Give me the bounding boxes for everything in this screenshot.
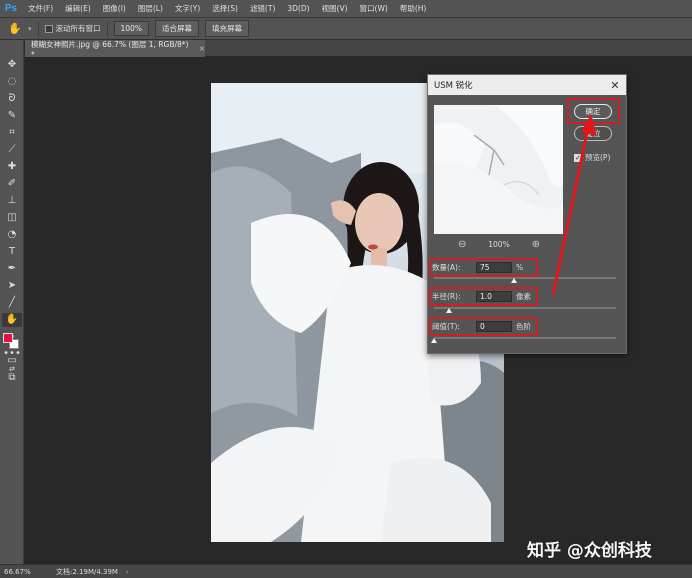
checkbox-box[interactable] [44, 24, 53, 33]
divider [106, 21, 108, 36]
menu-layer[interactable]: 图层(L) [132, 3, 169, 14]
document-tab-strip: 模糊女神照片.jpg @ 66.7% (图层 1, RGB/8*) * × [25, 39, 692, 59]
status-bar: 66.67% 文档:2.19M/4.39M › [0, 564, 692, 578]
amount-slider-thumb[interactable] [511, 278, 518, 283]
close-icon[interactable]: ✕ [604, 79, 626, 92]
status-doc-info: 文档:2.19M/4.39M [56, 567, 118, 576]
options-bar: ✋ ▾ 滚动所有窗口 100% 适合屏幕 填充屏幕 [0, 18, 692, 40]
watermark: 知乎 @众创科技 [527, 541, 652, 561]
blur-tool-icon[interactable]: ◔ [2, 228, 22, 242]
scroll-all-windows-checkbox[interactable]: 滚动所有窗口 [44, 23, 101, 34]
fill-screen-button[interactable]: 填充屏幕 [204, 20, 249, 37]
divider [37, 21, 39, 36]
menu-select[interactable]: 选择(S) [206, 3, 244, 14]
radius-highlight-box [429, 287, 538, 306]
filter-preview[interactable] [434, 105, 563, 234]
amount-highlight-box [429, 258, 538, 277]
pen-tool-icon[interactable]: ✒ [2, 262, 22, 276]
document-tab-title: 模糊女神照片.jpg @ 66.7% (图层 1, RGB/8*) * [31, 39, 189, 59]
menu-3d[interactable]: 3D(D) [281, 4, 315, 13]
scroll-all-windows-label: 滚动所有窗口 [55, 24, 101, 33]
preview-illustration [434, 105, 563, 234]
hand-tool-preset-icon[interactable]: ✋ [8, 22, 22, 36]
preview-zoom-value: 100% [488, 240, 510, 249]
tools-panel: ✥ ◌ ᘐ ✎ ⌗ ⟋ ✚ ✐ ⊥ ◫ ◔ T ✒ ➤ ╱ ✋ ⌕ ••• ⇄ … [0, 40, 24, 564]
status-menu-arrow-icon[interactable]: › [126, 568, 129, 576]
menu-type[interactable]: 文字(Y) [169, 3, 206, 14]
zoom-out-icon[interactable]: ⊖ [458, 239, 466, 250]
menu-window[interactable]: 窗口(W) [354, 3, 394, 14]
zoom-100-button[interactable]: 100% [113, 21, 149, 36]
dialog-titlebar[interactable]: USM 锐化 ✕ [428, 75, 626, 95]
menu-view[interactable]: 视图(V) [316, 3, 354, 14]
path-select-tool-icon[interactable]: ➤ [2, 279, 22, 293]
radius-slider-track[interactable] [434, 307, 616, 309]
photoshop-window: Ps 文件(F) 编辑(E) 图像(I) 图层(L) 文字(Y) 选择(S) 滤… [0, 0, 692, 578]
foreground-color-swatch[interactable] [3, 333, 13, 343]
menu-filter[interactable]: 滤镜(T) [244, 3, 281, 14]
move-tool-icon[interactable]: ✥ [2, 58, 22, 72]
quick-mask-icon[interactable]: ▭ [2, 354, 22, 368]
radius-slider-thumb[interactable] [445, 308, 452, 313]
annotation-arrow [551, 114, 597, 296]
menu-image[interactable]: 图像(I) [97, 3, 132, 14]
screen-mode-icon[interactable]: ⧉ [2, 371, 22, 385]
crop-tool-icon[interactable]: ⌗ [2, 126, 22, 140]
marquee-tool-icon[interactable]: ◌ [2, 75, 22, 89]
fit-screen-button[interactable]: 适合屏幕 [154, 20, 199, 37]
document-tab[interactable]: 模糊女神照片.jpg @ 66.7% (图层 1, RGB/8*) * × [25, 39, 205, 59]
threshold-slider-thumb[interactable] [431, 338, 437, 343]
dialog-title: USM 锐化 [434, 81, 473, 91]
line-tool-icon[interactable]: ╱ [2, 296, 22, 310]
brush-tool-icon[interactable]: ✐ [2, 177, 22, 191]
type-tool-icon[interactable]: T [2, 245, 22, 259]
chevron-down-icon[interactable]: ▾ [28, 25, 32, 33]
healing-brush-tool-icon[interactable]: ✚ [2, 160, 22, 174]
menu-edit[interactable]: 编辑(E) [59, 3, 97, 14]
app-logo: Ps [4, 3, 18, 14]
lasso-tool-icon[interactable]: ᘐ [2, 92, 22, 106]
threshold-highlight-box [429, 317, 538, 336]
close-tab-icon[interactable]: × [199, 44, 205, 53]
menu-help[interactable]: 帮助(H) [394, 3, 433, 14]
stamp-tool-icon[interactable]: ⊥ [2, 194, 22, 208]
quick-select-tool-icon[interactable]: ✎ [2, 109, 22, 123]
zoom-in-icon[interactable]: ⊕ [532, 239, 540, 250]
eraser-tool-icon[interactable]: ◫ [2, 211, 22, 225]
hand-tool-icon[interactable]: ✋ [2, 313, 22, 327]
eyedropper-tool-icon[interactable]: ⟋ [2, 143, 22, 157]
preview-zoom-row: ⊖ 100% ⊕ [458, 239, 540, 250]
menu-bar: Ps 文件(F) 编辑(E) 图像(I) 图层(L) 文字(Y) 选择(S) 滤… [0, 0, 692, 18]
threshold-slider-track[interactable] [434, 337, 616, 339]
status-zoom[interactable]: 66.67% [0, 568, 48, 576]
menu-file[interactable]: 文件(F) [22, 3, 59, 14]
